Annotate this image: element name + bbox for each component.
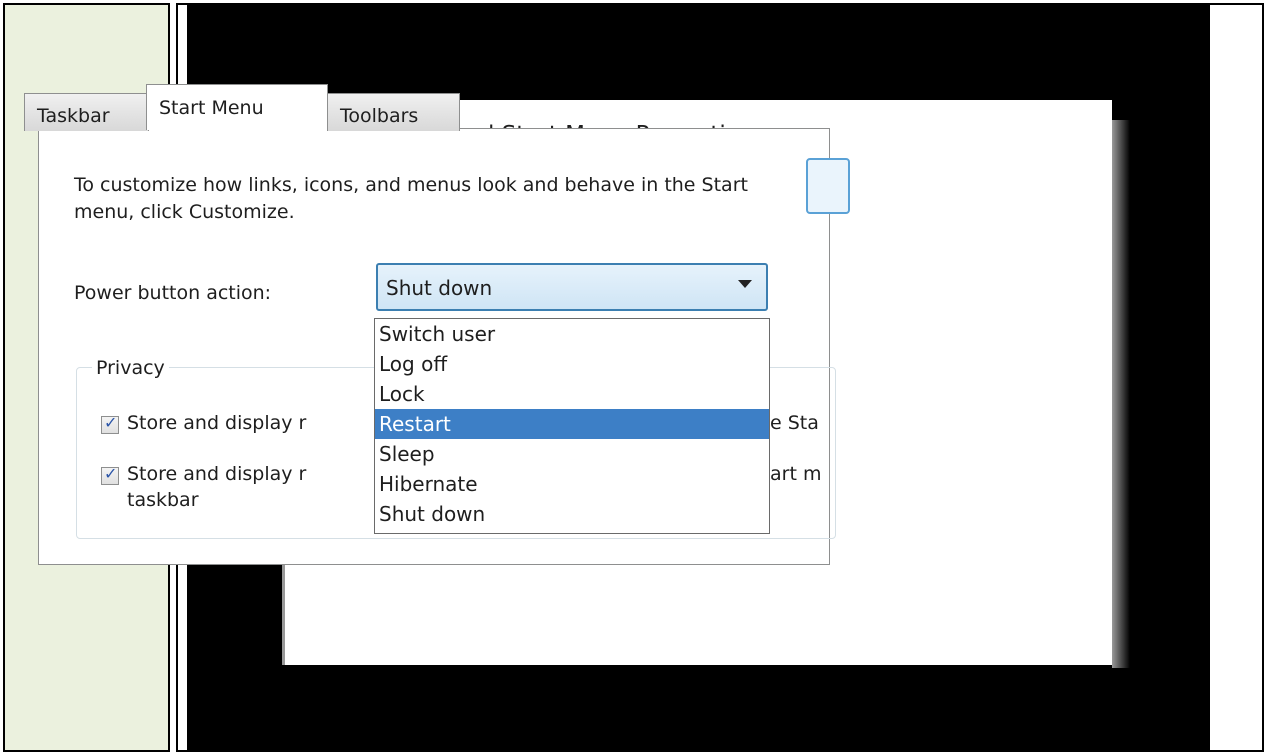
option-log-off[interactable]: Log off xyxy=(375,349,769,379)
store-items-label-tail: art m xyxy=(770,463,822,485)
store-programs-checkbox[interactable]: ✓ xyxy=(101,413,119,434)
checkmark-icon: ✓ xyxy=(104,413,118,432)
option-lock[interactable]: Lock xyxy=(375,379,769,409)
option-switch-user[interactable]: Switch user xyxy=(375,319,769,349)
option-restart[interactable]: Restart xyxy=(375,409,769,439)
store-programs-label-tail: e Sta xyxy=(770,412,819,434)
customize-description: To customize how links, icons, and menus… xyxy=(74,174,748,223)
power-button-select[interactable]: Shut down xyxy=(376,263,768,311)
chevron-down-icon[interactable] xyxy=(738,280,752,288)
power-button-selected-value: Shut down xyxy=(386,276,493,300)
option-shut-down[interactable]: Shut down xyxy=(375,499,769,529)
power-button-label: Power button action: xyxy=(74,282,272,304)
store-items-checkbox[interactable]: ✓ xyxy=(101,464,119,485)
dialog-shadow xyxy=(1112,120,1130,668)
store-programs-label: Store and display r xyxy=(127,412,307,434)
store-items-label: Store and display r xyxy=(127,463,307,485)
customize-button[interactable] xyxy=(806,158,850,214)
checkmark-icon: ✓ xyxy=(104,464,118,483)
tab-toolbars[interactable]: Toolbars xyxy=(327,93,460,131)
right-table-cell xyxy=(1210,3,1264,752)
option-hibernate[interactable]: Hibernate xyxy=(375,469,769,499)
store-items-label-wrap: taskbar xyxy=(127,489,199,511)
privacy-legend: Privacy xyxy=(92,357,169,379)
tab-start-menu[interactable]: Start Menu xyxy=(146,84,328,130)
power-button-dropdown-list: Switch user Log off Lock Restart Sleep H… xyxy=(374,318,770,534)
option-sleep[interactable]: Sleep xyxy=(375,439,769,469)
tab-taskbar[interactable]: Taskbar xyxy=(24,93,149,131)
